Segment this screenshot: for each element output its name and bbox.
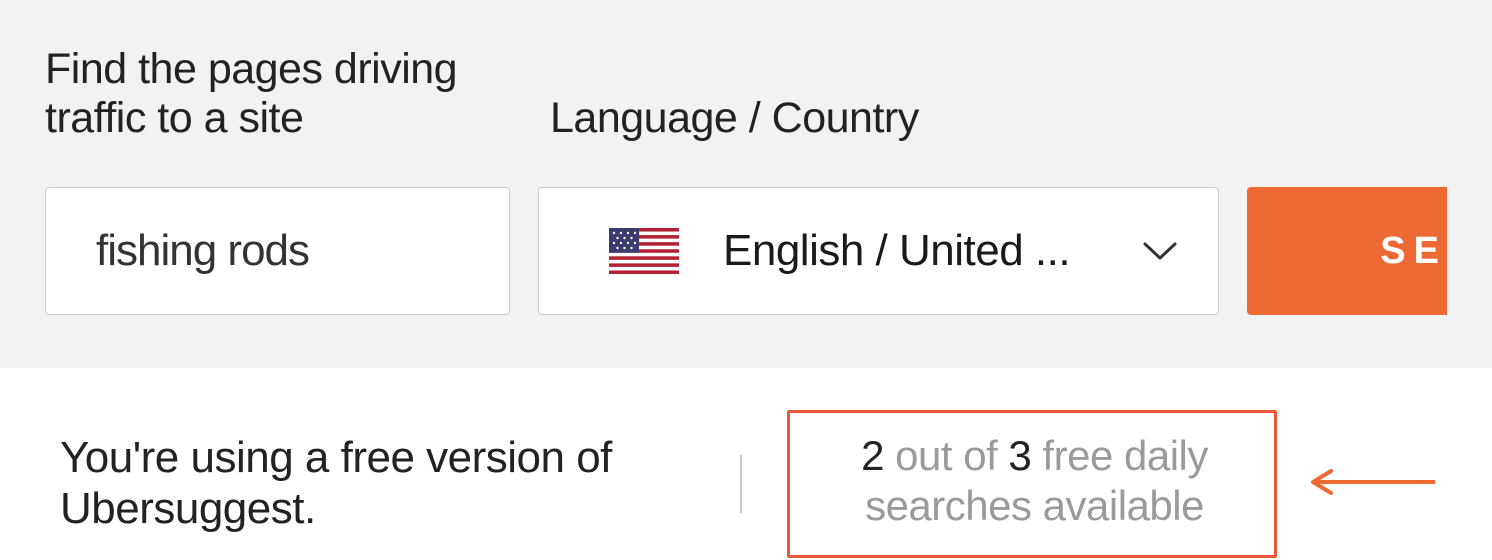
site-label: Find the pages driving traffic to a site	[45, 45, 510, 143]
divider	[740, 455, 742, 513]
language-value: English / United ...	[723, 226, 1122, 276]
annotation-arrow	[1307, 469, 1437, 500]
labels-row: Find the pages driving traffic to a site…	[45, 45, 1447, 143]
quota-used: 2	[861, 432, 884, 479]
search-button[interactable]: SE	[1247, 187, 1447, 315]
free-version-text: You're using a free version of Ubersugge…	[60, 433, 740, 534]
search-button-label: SE	[1380, 230, 1447, 273]
language-label: Language / Country	[550, 94, 919, 143]
site-input[interactable]	[45, 187, 510, 315]
quota-text: 2 out of 3 free daily searches available	[835, 431, 1234, 530]
quota-highlight: 2 out of 3 free daily searches available	[787, 410, 1277, 557]
arrow-left-icon	[1307, 469, 1437, 495]
quota-mid: out of	[884, 432, 1008, 479]
quota-total: 3	[1008, 432, 1031, 479]
inputs-row: English / United ... SE	[45, 187, 1447, 315]
search-panel: Find the pages driving traffic to a site…	[0, 0, 1492, 368]
us-flag-icon	[609, 228, 679, 274]
chevron-down-icon	[1142, 240, 1178, 262]
quota-bar: You're using a free version of Ubersugge…	[0, 368, 1492, 560]
language-selector[interactable]: English / United ...	[538, 187, 1219, 315]
